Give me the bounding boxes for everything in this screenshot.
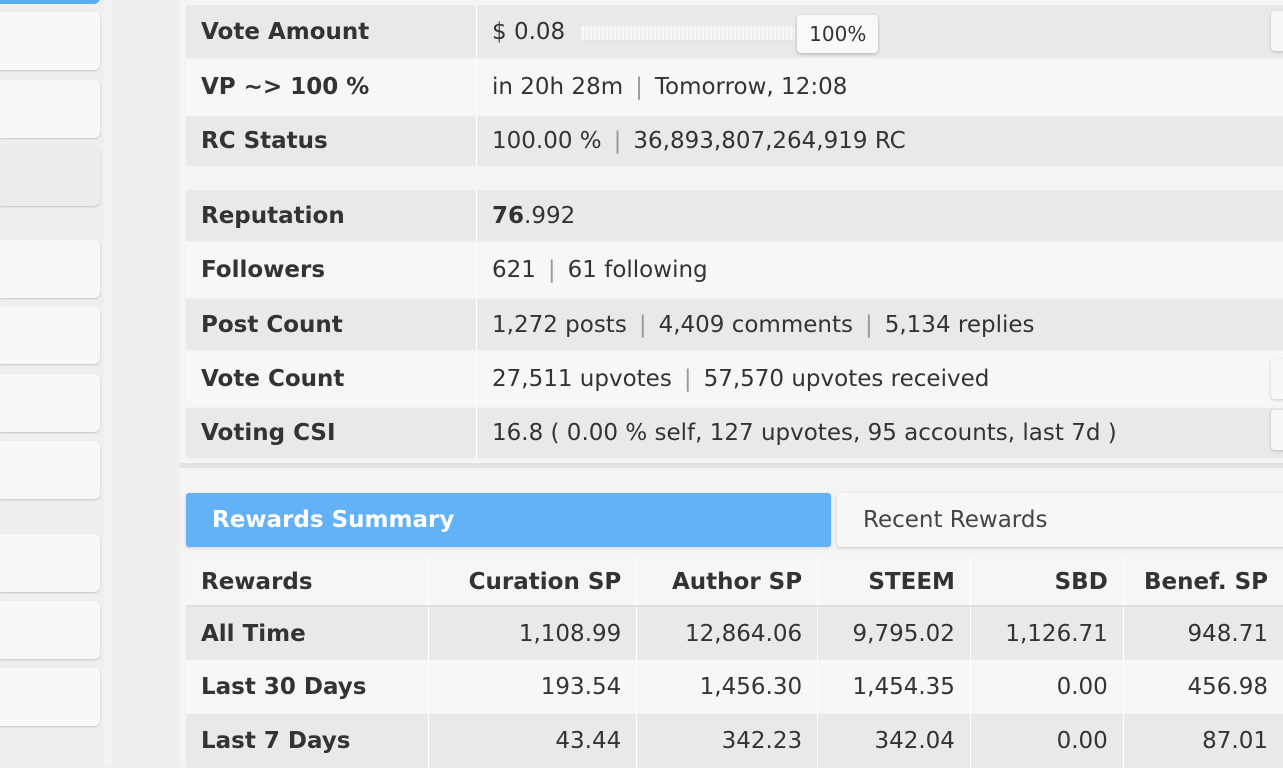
curation-sp-cell: 1,108.99 (427, 606, 637, 660)
author-sp-cell: 12,864.06 (636, 606, 818, 660)
vp-row: VP ~> 100 % in 20h 28m | Tomorrow, 12:08 (186, 60, 1283, 114)
benef-sp-cell: 456.98 (1122, 660, 1283, 714)
sidebar-item[interactable] (0, 668, 100, 726)
author-sp-cell: 342.23 (636, 714, 818, 768)
row-value: $ 0.08 100% (477, 5, 1283, 58)
separator: | (547, 257, 556, 283)
curation-sp-cell: 43.44 (427, 714, 637, 768)
row-label: VP ~> 100 % (186, 60, 477, 114)
row-label: Vote Count (186, 352, 477, 406)
row-period: Last 7 Days (201, 728, 351, 754)
vote-weight-slider-handle[interactable]: 100% (797, 14, 879, 53)
voting-csi-row: Voting CSI 16.8 ( 0.00 % self, 127 upvot… (186, 408, 1283, 458)
sbd-cell: 0.00 (969, 660, 1124, 714)
row-value: 1,272 posts | 4,409 comments | 5,134 rep… (477, 299, 1283, 350)
reputation-minor: .992 (524, 202, 576, 229)
sidebar-item[interactable] (0, 601, 100, 659)
vote-weight-slider-track[interactable] (579, 24, 797, 41)
edge-button[interactable] (1271, 410, 1283, 450)
curation-sp-cell: 193.54 (427, 660, 637, 714)
reputation-row: Reputation 76.992 (186, 190, 1283, 241)
sidebar-item[interactable] (0, 80, 100, 138)
row-value: 27,511 upvotes | 57,570 upvotes received (477, 352, 1283, 406)
left-sidebar (0, 0, 104, 766)
sidebar-gutter (104, 0, 112, 766)
table-row: Last 30 Days 193.54 1,456.30 1,454.35 0.… (186, 660, 1283, 714)
row-value: 621 | 61 following (477, 243, 1283, 297)
sidebar-active-item[interactable] (0, 0, 100, 4)
benef-sp-cell: 948.71 (1122, 606, 1283, 660)
column-header: Benef. SP (1122, 558, 1283, 606)
benef-sp-cell: 87.01 (1122, 714, 1283, 768)
row-value: 16.8 ( 0.00 % self, 127 upvotes, 95 acco… (477, 408, 1283, 458)
tab-recent-rewards[interactable]: Recent Rewards (837, 493, 1283, 547)
comments-count: 4,409 comments (658, 311, 853, 338)
replies-count: 5,134 replies (884, 311, 1035, 338)
tab-label: Recent Rewards (863, 507, 1048, 533)
rc-amount: 36,893,807,264,919 RC (633, 128, 906, 154)
row-label: Followers (186, 243, 477, 297)
tab-label: Rewards Summary (212, 507, 455, 533)
row-period: All Time (201, 620, 306, 647)
column-header: Author SP (636, 558, 818, 606)
edge-button[interactable] (1271, 359, 1283, 399)
reputation-major: 76 (492, 202, 525, 229)
row-label: Post Count (186, 299, 477, 350)
separator: | (683, 366, 692, 392)
table-header-row: Rewards Curation SP Author SP STEEM SBD … (186, 558, 1283, 606)
row-value: 76.992 (477, 190, 1283, 241)
voting-csi-value: 16.8 ( 0.00 % self, 127 upvotes, 95 acco… (492, 420, 1117, 446)
sidebar-item[interactable] (0, 374, 100, 432)
edge-button[interactable] (1271, 11, 1283, 51)
steem-cell: 9,795.02 (817, 606, 971, 660)
column-header: Rewards (201, 568, 313, 595)
row-value: in 20h 28m | Tomorrow, 12:08 (477, 60, 1283, 114)
row-label: RC Status (186, 116, 477, 166)
row-period: Last 30 Days (201, 674, 367, 700)
row-label: Reputation (186, 190, 477, 241)
row-label: Vote Amount (186, 5, 477, 58)
separator: | (638, 311, 647, 338)
sidebar-item[interactable] (0, 306, 100, 364)
vote-weight-percent: 100% (809, 21, 867, 46)
separator: | (635, 74, 643, 100)
tab-rewards-summary[interactable]: Rewards Summary (186, 493, 831, 547)
row-value: 100.00 % | 36,893,807,264,919 RC (477, 116, 1283, 166)
column-header: Curation SP (427, 558, 637, 606)
sidebar-item[interactable] (0, 146, 100, 206)
column-header: STEEM (817, 558, 971, 606)
rc-percent: 100.00 % (492, 128, 602, 154)
author-sp-cell: 1,456.30 (636, 660, 818, 714)
upvotes-received: 57,570 upvotes received (703, 366, 990, 392)
followers-count: 621 (492, 257, 536, 283)
vote-amount-value: $ 0.08 (492, 18, 566, 45)
following-count: 61 following (567, 257, 708, 283)
table-row: Last 7 Days 43.44 342.23 342.04 0.00 87.… (186, 714, 1283, 768)
vote-count-row: Vote Count 27,511 upvotes | 57,570 upvot… (186, 352, 1283, 406)
table-row: All Time 1,108.99 12,864.06 9,795.02 1,1… (186, 606, 1283, 660)
separator: | (864, 311, 873, 338)
sidebar-item[interactable] (0, 534, 100, 592)
vote-amount-row: Vote Amount $ 0.08 100% (186, 5, 1283, 58)
sidebar-item[interactable] (0, 441, 100, 499)
vp-when: Tomorrow, 12:08 (654, 74, 848, 100)
separator: | (613, 128, 622, 154)
rewards-table: Rewards Curation SP Author SP STEEM SBD … (186, 558, 1283, 768)
steem-cell: 342.04 (817, 714, 971, 768)
post-count-row: Post Count 1,272 posts | 4,409 comments … (186, 299, 1283, 350)
sbd-cell: 0.00 (969, 714, 1124, 768)
sidebar-item[interactable] (0, 12, 100, 70)
followers-row: Followers 621 | 61 following (186, 243, 1283, 297)
sbd-cell: 1,126.71 (969, 606, 1124, 660)
rc-row: RC Status 100.00 % | 36,893,807,264,919 … (186, 116, 1283, 166)
upvotes-count: 27,511 upvotes (492, 366, 672, 392)
vp-eta: in 20h 28m (492, 74, 624, 100)
sidebar-item[interactable] (0, 240, 100, 298)
row-label: Voting CSI (186, 408, 477, 458)
steem-cell: 1,454.35 (817, 660, 971, 714)
section-divider (180, 463, 1283, 468)
posts-count: 1,272 posts (492, 311, 627, 338)
column-header: SBD (969, 558, 1124, 606)
